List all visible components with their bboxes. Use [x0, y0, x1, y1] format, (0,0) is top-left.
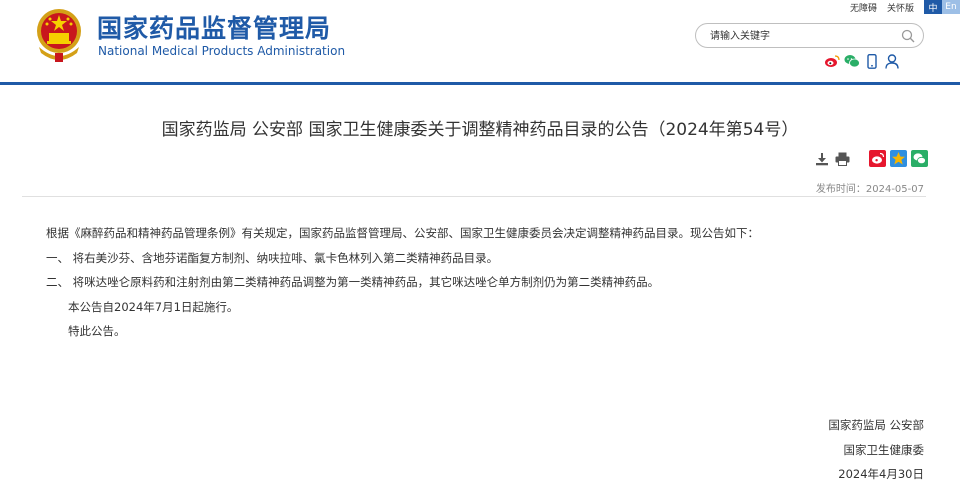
publish-date: 发布时间：2024-05-07 — [815, 184, 924, 195]
site-header: 国家药品监督管理局 National Medical Products Admi… — [0, 0, 960, 82]
wechat-icon[interactable] — [844, 53, 860, 69]
national-emblem-icon[interactable] — [33, 7, 85, 63]
mobile-icon[interactable] — [864, 53, 880, 69]
signature-date: 2024年4月30日 — [838, 467, 924, 481]
weibo-icon[interactable] — [824, 53, 840, 69]
social-links — [824, 53, 900, 69]
search-box — [695, 23, 924, 48]
paragraph-item-2: 二、 将咪达唑仑原料药和注射剂由第二类精神药品调整为第一类精神药品，其它咪达唑仑… — [46, 275, 660, 289]
paragraph-intro: 根据《麻醉药品和精神药品管理条例》有关规定，国家药品监督管理局、公安部、国家卫生… — [46, 226, 759, 240]
site-name-cn[interactable]: 国家药品监督管理局 — [97, 9, 331, 45]
accessibility-link[interactable]: 无障碍 — [850, 1, 877, 14]
user-icon[interactable] — [884, 53, 900, 69]
share-qzone-icon[interactable] — [890, 150, 907, 167]
article-body: 根据《麻醉药品和精神药品管理条例》有关规定，国家药品监督管理局、公安部、国家卫生… — [46, 221, 926, 344]
article-title: 国家药监局 公安部 国家卫生健康委关于调整精神药品目录的公告（2024年第54号… — [161, 120, 799, 140]
signature-health-commission: 国家卫生健康委 — [843, 442, 925, 457]
header-divider — [0, 82, 960, 85]
topbar: 无障碍 关怀版 中 En — [850, 0, 960, 14]
site-name-en[interactable]: National Medical Products Administration — [98, 44, 345, 58]
lang-cn-button[interactable]: 中 — [924, 0, 942, 14]
date-divider — [22, 196, 926, 197]
search-icon[interactable] — [901, 29, 915, 43]
share-weibo-icon[interactable] — [869, 150, 886, 167]
print-icon[interactable] — [834, 150, 851, 167]
care-mode-link[interactable]: 关怀版 — [887, 1, 914, 14]
paragraph-item-1: 一、 将右美沙芬、含地芬诺酯复方制剂、纳呋拉啡、氯卡色林列入第二类精神药品目录。 — [46, 250, 499, 265]
download-icon[interactable] — [813, 150, 830, 167]
paragraph-closing: 特此公告。 — [68, 324, 126, 338]
paragraph-effective-date: 本公告自2024年7月1日起施行。 — [68, 299, 239, 314]
signature-block: 国家药监局 公安部 国家卫生健康委 2024年4月30日 — [828, 413, 924, 487]
lang-en-button[interactable]: En — [942, 0, 960, 14]
share-wechat-icon[interactable] — [911, 150, 928, 167]
article-actions — [813, 150, 928, 167]
search-input[interactable] — [710, 28, 890, 44]
signature-agencies: 国家药监局 公安部 — [828, 418, 924, 432]
